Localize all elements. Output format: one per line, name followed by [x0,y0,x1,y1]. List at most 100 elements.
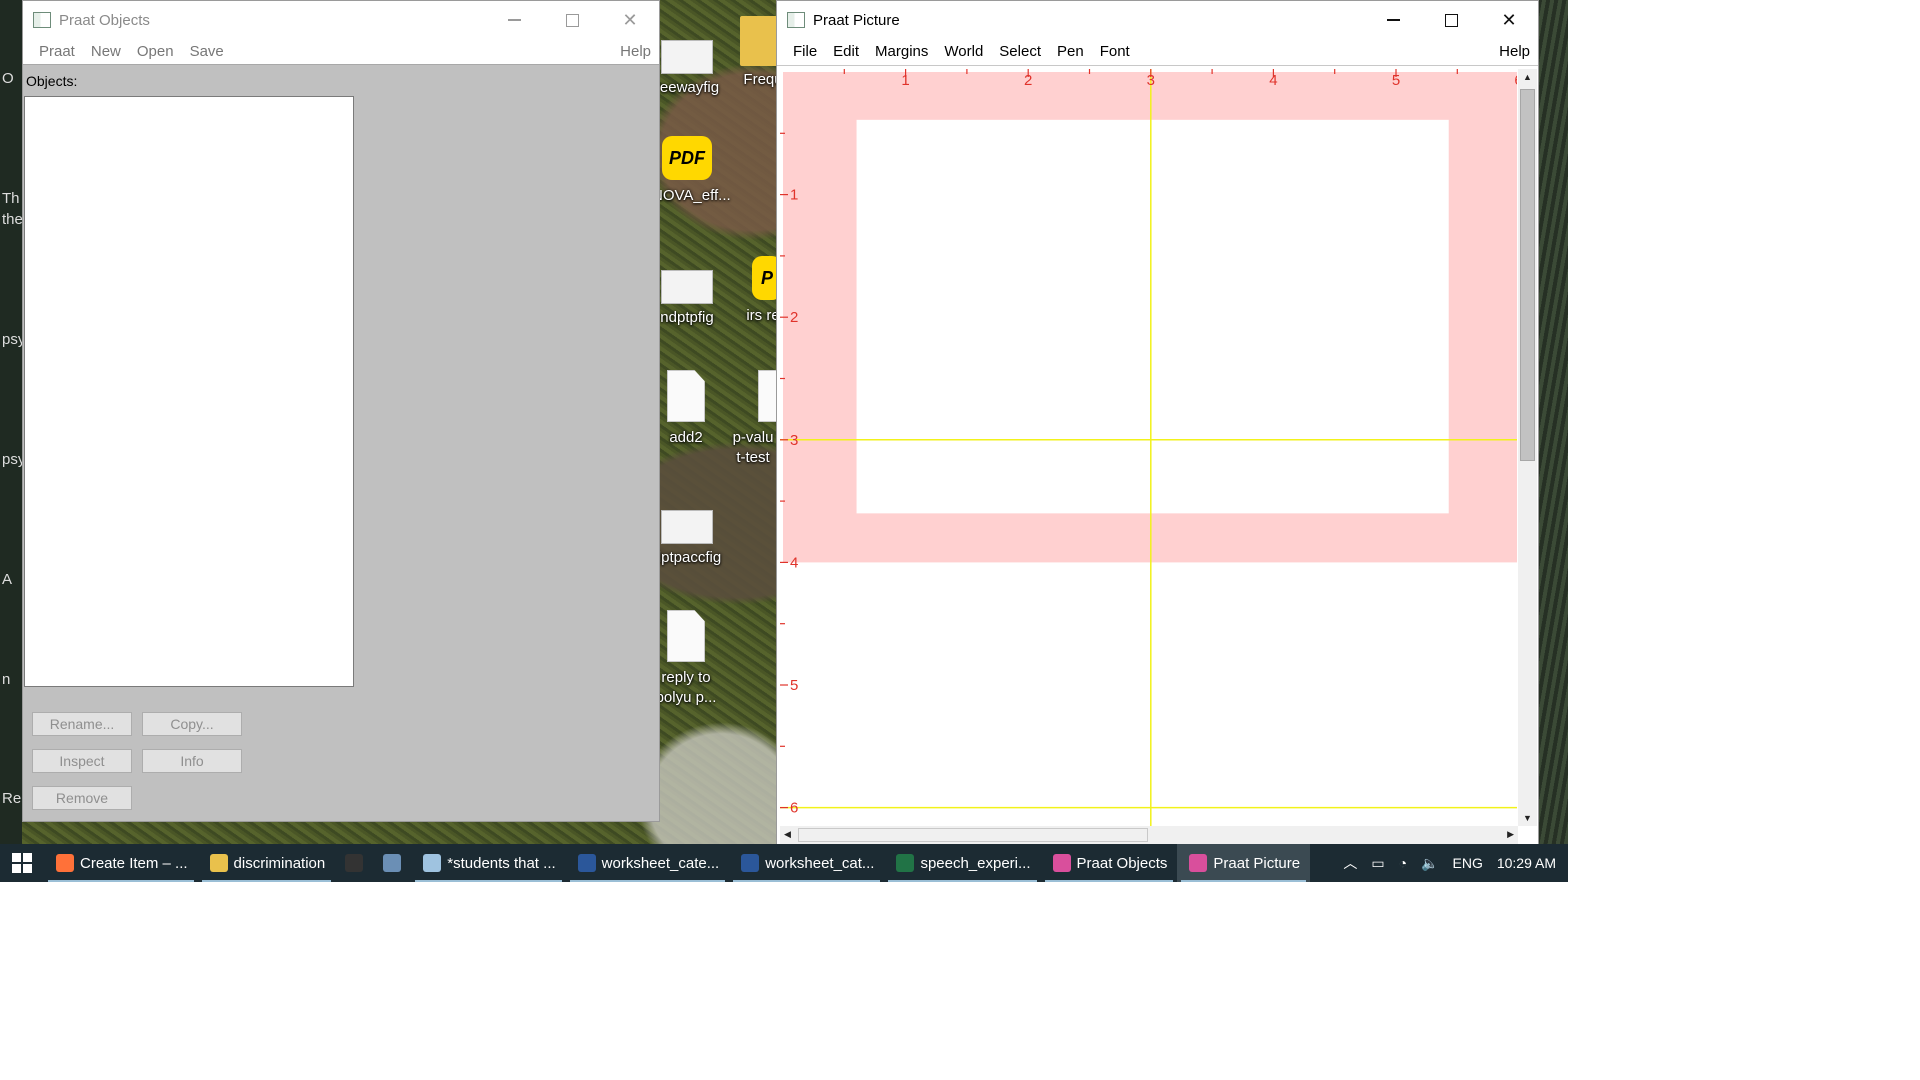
taskbar-item-label: worksheet_cate... [601,854,720,872]
rename-button[interactable]: Rename... [32,712,132,736]
desktop-icon-reewayfig[interactable]: reewayfig [652,40,722,98]
desktop-icon-reply-to-polyu[interactable]: reply to polyu p... [651,610,721,708]
background-window-edge [0,0,22,844]
title-bar[interactable]: Praat Picture ✕ [777,1,1538,39]
menu-bar: Praat New Open Save Help [23,39,659,63]
picture-canvas-area[interactable]: 1 2 3 4 5 6 1 2 3 4 5 6 [780,69,1517,826]
taskbar-item[interactable] [335,844,373,882]
start-button[interactable] [0,844,44,882]
taskbar-item[interactable]: Praat Objects [1041,844,1178,882]
ruler-tick-label: 1 [790,187,798,204]
taskbar-item[interactable]: Praat Picture [1177,844,1311,882]
scrollbar-thumb[interactable] [1520,89,1535,461]
maximize-icon [565,13,579,27]
menu-file[interactable]: File [785,43,825,60]
praat-picture-window[interactable]: Praat Picture ✕ File Edit Margins World … [776,0,1539,845]
menu-pen[interactable]: Pen [1049,43,1092,60]
document-icon [667,610,705,662]
taskbar-item[interactable]: speech_experi... [884,844,1040,882]
picture-client: 1 2 3 4 5 6 1 2 3 4 5 6 ▲ ▼ ◀ ▶ [777,65,1538,845]
ruler-tick-label: 6 [790,800,798,817]
taskbar-item[interactable]: worksheet_cate... [566,844,730,882]
pdf-icon: PDF [662,136,712,180]
objects-panel: Objects: Rename... Copy... Inspect Info … [23,64,659,821]
inspect-button[interactable]: Inspect [32,749,132,773]
taskbar-item[interactable]: worksheet_cat... [729,844,884,882]
minimize-button[interactable] [485,1,543,39]
menu-world[interactable]: World [936,43,991,60]
taskbar-item[interactable]: Create Item – ... [44,844,198,882]
minimize-icon [507,19,521,21]
vertical-scrollbar[interactable]: ▲ ▼ [1518,69,1537,826]
title-bar[interactable]: Praat Objects ✕ [23,1,659,39]
desktop-icon-ndptpfig[interactable]: ndptpfig [652,270,722,328]
picture-canvas[interactable]: 1 2 3 4 5 6 1 2 3 4 5 6 [780,69,1517,826]
close-icon: ✕ [1501,9,1517,30]
menu-help[interactable]: Help [612,43,659,60]
scroll-up-icon[interactable]: ▲ [1523,72,1532,82]
ruler-tick-label: 3 [790,432,798,449]
volume-icon[interactable]: 🔈 [1421,855,1438,872]
maximize-button[interactable] [1422,1,1480,39]
scroll-right-icon[interactable]: ▶ [1507,829,1514,840]
menu-margins[interactable]: Margins [867,43,936,60]
menu-praat[interactable]: Praat [31,43,83,60]
desktop-icon-add2[interactable]: add2 [651,370,721,448]
battery-icon[interactable]: ▭ [1371,855,1384,872]
objects-list[interactable] [24,96,354,687]
desktop-icon-p-value[interactable]: p-valu t-test [728,370,778,468]
language-indicator[interactable]: ENG [1453,855,1483,871]
image-thumbnail-icon [661,510,713,544]
excel-icon [896,854,915,872]
clock[interactable]: 10:29 AM [1497,855,1556,871]
ruler-tick-label: 4 [1269,72,1277,89]
copy-button[interactable]: Copy... [142,712,242,736]
show-hidden-icons-icon[interactable]: ︿ [1343,853,1357,873]
praat-app-icon [787,12,805,28]
taskbar-items: Create Item – ... discrimination *students… [44,844,1311,882]
close-button[interactable]: ✕ [601,1,659,39]
word-icon [577,854,596,872]
clipped-text: n [2,671,11,688]
menu-select[interactable]: Select [991,43,1049,60]
ruler-tick-label: 2 [1024,72,1032,89]
taskbar: Create Item – ... discrimination *students… [0,844,1568,882]
taskbar-item[interactable] [373,844,411,882]
desktop-icon-label: reply to polyu p... [655,669,717,706]
desktop-icon-nova-eff[interactable]: PDF NOVA_eff... [652,136,731,206]
document-icon [758,370,778,422]
ruler-tick-label: 3 [1147,72,1155,89]
clipped-text: O [2,70,14,87]
wifi-icon[interactable]: ◔ [1399,855,1407,871]
taskbar-item[interactable]: discrimination [198,844,336,882]
remove-button[interactable]: Remove [32,786,132,810]
minimize-icon [1386,19,1400,21]
menu-save[interactable]: Save [182,43,232,60]
desktop-icon-dptpaccfig[interactable]: dptpaccfig [652,510,722,568]
taskbar-item[interactable]: *students that ... [411,844,565,882]
horizontal-scrollbar[interactable]: ◀ ▶ [780,826,1518,844]
praat-objects-window[interactable]: Praat Objects ✕ Praat New Open Save Help… [22,0,660,822]
menu-font[interactable]: Font [1092,43,1138,60]
info-button[interactable]: Info [142,749,242,773]
scrollbar-thumb[interactable] [798,828,1148,842]
maximize-button[interactable] [543,1,601,39]
scroll-left-icon[interactable]: ◀ [784,829,791,840]
close-button[interactable]: ✕ [1480,1,1538,39]
menu-new[interactable]: New [83,43,129,60]
desktop-icon-label: NOVA_eff... [652,187,731,204]
menu-open[interactable]: Open [129,43,182,60]
clipped-text: the [2,211,23,228]
desktop-icon-label: add2 [669,429,703,446]
ruler-tick-label: 5 [790,677,798,694]
clipped-text: A [2,571,13,588]
menu-edit[interactable]: Edit [825,43,867,60]
minimize-button[interactable] [1364,1,1422,39]
taskbar-item-label: discrimination [233,854,326,872]
scroll-down-icon[interactable]: ▼ [1523,813,1532,823]
taskbar-item-label: Praat Objects [1076,854,1168,872]
image-thumbnail-icon [661,270,713,304]
inner-viewport [856,119,1449,514]
word-icon [741,854,760,872]
menu-help[interactable]: Help [1491,43,1538,60]
